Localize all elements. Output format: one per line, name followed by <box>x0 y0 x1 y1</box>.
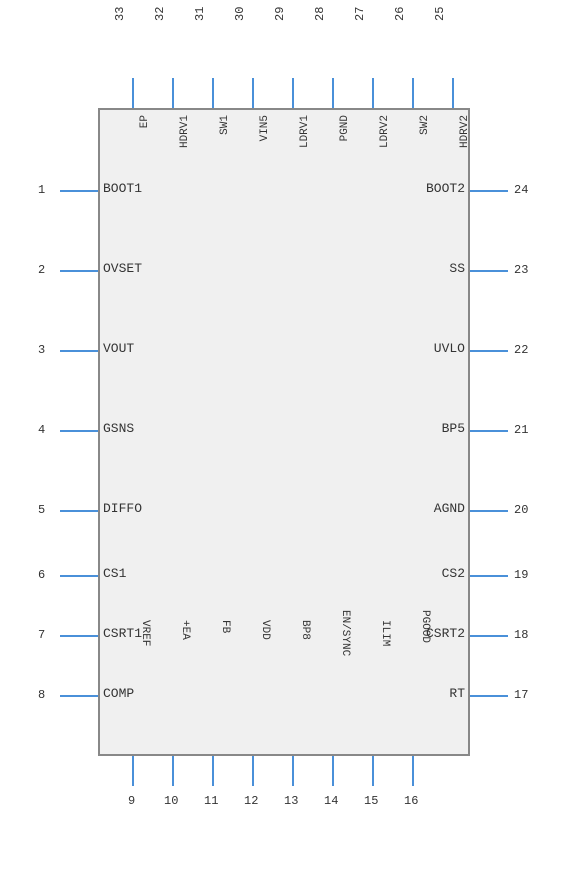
pin-28-number: 28 <box>313 7 327 21</box>
pin-8-label: COMP <box>103 686 134 701</box>
pin-31-number: 31 <box>193 7 207 21</box>
pin-17-label: RT <box>449 686 465 701</box>
pin-5-number: 5 <box>38 503 45 517</box>
pin-30-label: VIN5 <box>259 115 271 141</box>
pin-18-number: 18 <box>514 628 528 642</box>
pin-15-number: 15 <box>364 794 378 808</box>
pin-2-number: 2 <box>38 263 45 277</box>
ic-body <box>98 108 470 756</box>
pin-26-label: SW2 <box>419 115 431 135</box>
pin-21-number: 21 <box>514 423 528 437</box>
pin-18-label: CSRT2 <box>426 626 465 641</box>
pin-15-label: ILIM <box>379 620 391 646</box>
pin-27-number: 27 <box>353 7 367 21</box>
pin-30-number: 30 <box>233 7 247 21</box>
pin-20-label: AGND <box>434 501 465 516</box>
pin-7-label: CSRT1 <box>103 626 142 641</box>
pin-20-number: 20 <box>514 503 528 517</box>
pin-24-label: BOOT2 <box>426 181 465 196</box>
pin-33-number: 33 <box>113 7 127 21</box>
pin-23-label: SS <box>449 261 465 276</box>
pin-13-label: BP8 <box>299 620 311 640</box>
pin-17-number: 17 <box>514 688 528 702</box>
pin-9-number: 9 <box>128 794 135 808</box>
pin-3-number: 3 <box>38 343 45 357</box>
pin-5-label: DIFFO <box>103 501 142 516</box>
pin-2-label: OVSET <box>103 261 142 276</box>
pin-14-number: 14 <box>324 794 338 808</box>
pin-1-number: 1 <box>38 183 45 197</box>
pin-32-label: HDRV1 <box>179 115 191 148</box>
pin-29-number: 29 <box>273 7 287 21</box>
pin-19-number: 19 <box>514 568 528 582</box>
pin-12-label: VDD <box>259 620 271 640</box>
pin-33-label: EP <box>139 115 151 128</box>
pin-6-label: CS1 <box>103 566 126 581</box>
pin-11-label: FB <box>219 620 231 633</box>
pin-25-label: HDRV2 <box>459 115 471 148</box>
pin-6-number: 6 <box>38 568 45 582</box>
pin-12-number: 12 <box>244 794 258 808</box>
pin-10-label: +EA <box>179 620 191 640</box>
pin-22-label: UVLO <box>434 341 465 356</box>
pin-4-number: 4 <box>38 423 45 437</box>
pin-14-label: EN/SYNC <box>339 610 351 656</box>
pin-24-number: 24 <box>514 183 528 197</box>
pin-10-number: 10 <box>164 794 178 808</box>
pin-27-label: LDRV2 <box>379 115 391 148</box>
pin-26-number: 26 <box>393 7 407 21</box>
pin-3-label: VOUT <box>103 341 134 356</box>
pin-13-number: 13 <box>284 794 298 808</box>
ic-schematic: 33 EP 32 HDRV1 31 SW1 30 VIN5 29 LDRV1 2… <box>0 0 568 888</box>
pin-7-number: 7 <box>38 628 45 642</box>
pin-22-number: 22 <box>514 343 528 357</box>
pin-29-label: LDRV1 <box>299 115 311 148</box>
pin-31-label: SW1 <box>219 115 231 135</box>
pin-25-number: 25 <box>433 7 447 21</box>
pin-4-label: GSNS <box>103 421 134 436</box>
pin-28-label: PGND <box>339 115 351 141</box>
pin-16-number: 16 <box>404 794 418 808</box>
pin-21-label: BP5 <box>442 421 465 436</box>
pin-19-label: CS2 <box>442 566 465 581</box>
pin-11-number: 11 <box>204 794 218 808</box>
pin-23-number: 23 <box>514 263 528 277</box>
pin-1-label: BOOT1 <box>103 181 142 196</box>
pin-32-number: 32 <box>153 7 167 21</box>
pin-8-number: 8 <box>38 688 45 702</box>
